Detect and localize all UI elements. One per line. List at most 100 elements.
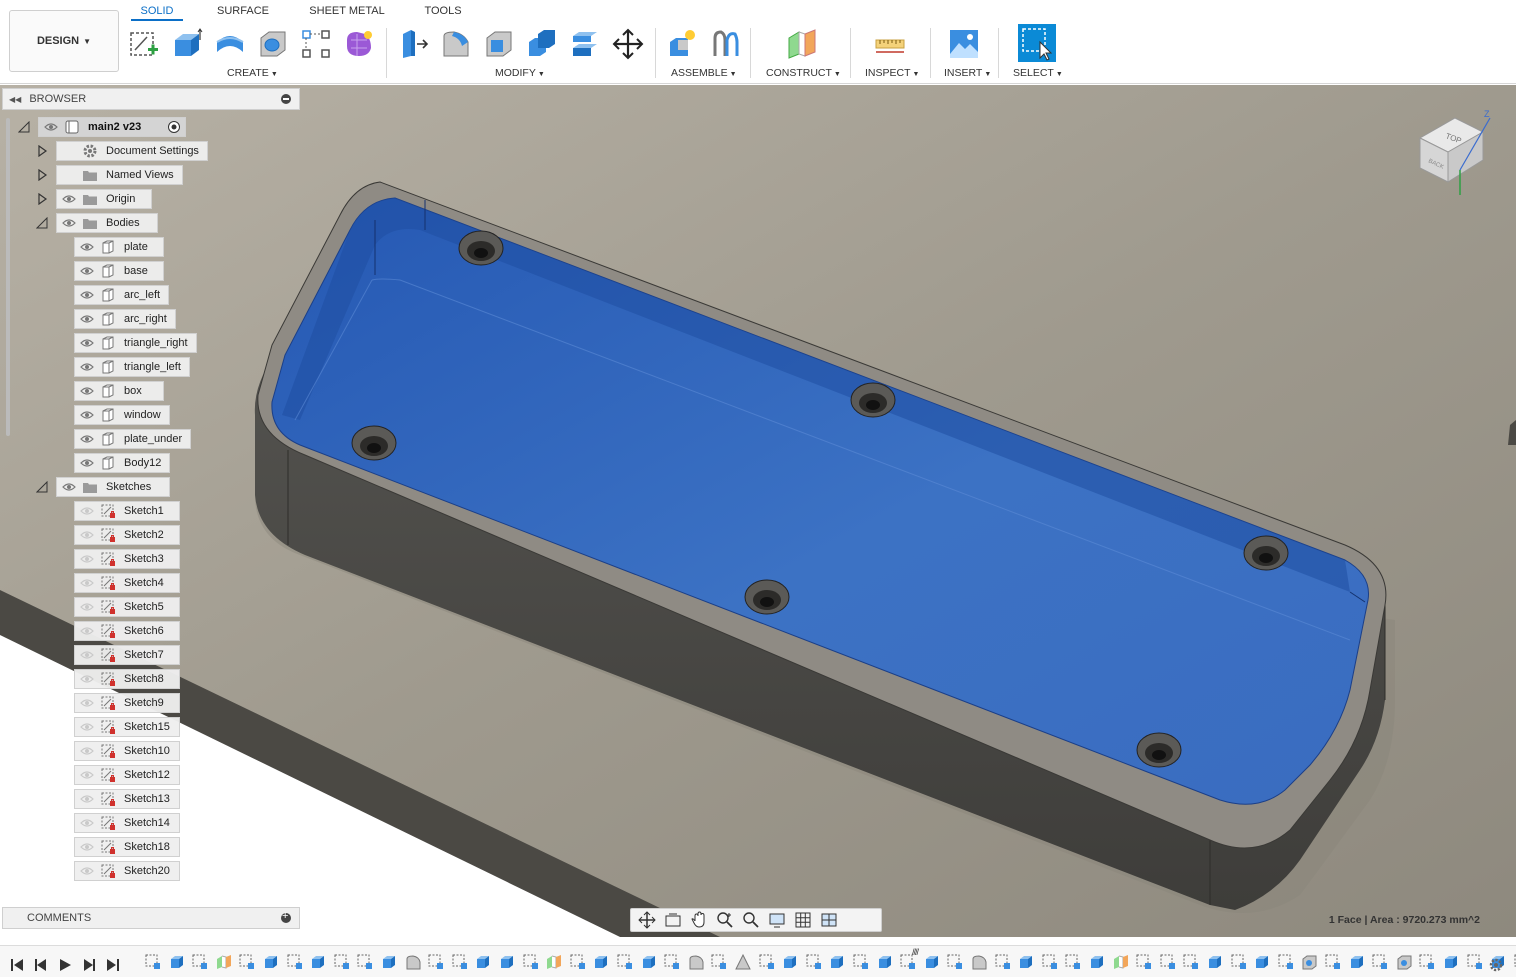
- timeline-sketch-icon[interactable]: [711, 954, 727, 970]
- browser-body-item[interactable]: triangle_left: [74, 357, 190, 377]
- timeline-extrude-icon[interactable]: [829, 954, 845, 970]
- comments-panel-header[interactable]: COMMENTS: [2, 907, 300, 929]
- timeline-extrude-icon[interactable]: [1254, 954, 1270, 970]
- visibility-eye-icon[interactable]: [62, 482, 76, 492]
- activate-component-icon[interactable]: [167, 120, 181, 134]
- expand-toggle-bodies[interactable]: [35, 216, 48, 229]
- timeline-sketch-icon[interactable]: [192, 954, 208, 970]
- timeline-sketch-icon[interactable]: [1042, 954, 1058, 970]
- visibility-eye-icon[interactable]: [80, 674, 94, 684]
- browser-scrollbar[interactable]: [6, 118, 10, 436]
- tab-surface[interactable]: SURFACE: [212, 5, 274, 21]
- browser-sketch-item[interactable]: Sketch5: [74, 597, 180, 617]
- tab-sheet-metal[interactable]: SHEET METAL: [304, 5, 390, 21]
- timeline-fillet-icon[interactable]: [405, 954, 421, 970]
- browser-sketch-item[interactable]: Sketch9: [74, 693, 180, 713]
- grid-settings-icon[interactable]: [793, 911, 813, 929]
- timeline-sketch-icon[interactable]: [145, 954, 161, 970]
- browser-body-item[interactable]: base: [74, 261, 164, 281]
- visibility-eye-icon[interactable]: [80, 338, 94, 348]
- timeline-extrude-icon[interactable]: [310, 954, 326, 970]
- timeline-sketch-icon[interactable]: [806, 954, 822, 970]
- visibility-eye-icon[interactable]: [80, 554, 94, 564]
- select-icon[interactable]: [1018, 24, 1056, 62]
- timeline-sketch-icon[interactable]: [357, 954, 373, 970]
- timeline-extrude-icon[interactable]: [877, 954, 893, 970]
- construct-menu[interactable]: CONSTRUCT ▼: [766, 67, 841, 79]
- canvas-viewport[interactable]: TOP BACK Z: [0, 85, 1516, 937]
- rectangular-pattern-icon[interactable]: [300, 28, 332, 60]
- visibility-eye-icon[interactable]: [80, 386, 94, 396]
- align-icon[interactable]: [569, 28, 601, 60]
- expand-toggle-root[interactable]: [17, 120, 30, 133]
- expand-toggle-named-views[interactable]: [36, 168, 48, 182]
- orbit-icon[interactable]: [637, 911, 657, 929]
- browser-panel-header[interactable]: ◀◀ BROWSER: [2, 88, 300, 110]
- inspect-menu[interactable]: INSPECT ▼: [865, 67, 919, 79]
- visibility-eye-icon[interactable]: [80, 458, 94, 468]
- browser-body-item[interactable]: window: [74, 405, 170, 425]
- timeline-sketch-icon[interactable]: [853, 954, 869, 970]
- timeline-extrude-icon[interactable]: [641, 954, 657, 970]
- browser-sketch-item[interactable]: Sketch1: [74, 501, 180, 521]
- browser-sketch-item[interactable]: Sketch8: [74, 669, 180, 689]
- skip-to-start-icon[interactable]: [10, 958, 24, 972]
- visibility-eye-icon[interactable]: [80, 314, 94, 324]
- timeline-extrude-icon[interactable]: [381, 954, 397, 970]
- timeline-sketch-icon[interactable]: [1160, 954, 1176, 970]
- timeline-hole-icon[interactable]: [1301, 954, 1317, 970]
- visibility-eye-icon[interactable]: [80, 266, 94, 276]
- timeline-sketch-icon[interactable]: [947, 954, 963, 970]
- browser-sketch-item[interactable]: Sketch7: [74, 645, 180, 665]
- timeline-sketch-icon[interactable]: [1183, 954, 1199, 970]
- create-form-icon[interactable]: [343, 28, 375, 60]
- browser-sketch-item[interactable]: Sketch18: [74, 837, 180, 857]
- timeline-extrude-icon[interactable]: [1089, 954, 1105, 970]
- browser-root-component[interactable]: main2 v23: [38, 117, 186, 137]
- timeline-extrude-icon[interactable]: [475, 954, 491, 970]
- browser-body-item[interactable]: arc_left: [74, 285, 170, 305]
- visibility-eye-icon[interactable]: [80, 866, 94, 876]
- visibility-eye-icon[interactable]: [80, 362, 94, 372]
- timeline-construct-icon[interactable]: [1113, 954, 1129, 970]
- browser-sketch-item[interactable]: Sketch15: [74, 717, 180, 737]
- visibility-eye-icon[interactable]: [80, 410, 94, 420]
- panel-options-icon[interactable]: [281, 94, 291, 104]
- timeline-sketch-icon[interactable]: [523, 954, 539, 970]
- browser-sketch-item[interactable]: Sketch13: [74, 789, 180, 809]
- browser-folder-bodies[interactable]: Bodies: [56, 213, 158, 233]
- timeline-sketch-icon[interactable]: [334, 954, 350, 970]
- timeline-sketch-icon[interactable]: [617, 954, 633, 970]
- visibility-eye-icon[interactable]: [80, 578, 94, 588]
- timeline-extrude-icon[interactable]: [1443, 954, 1459, 970]
- browser-sketch-item[interactable]: Sketch14: [74, 813, 180, 833]
- visibility-eye-icon[interactable]: [80, 434, 94, 444]
- timeline-sketch-icon[interactable]: [759, 954, 775, 970]
- new-component-icon[interactable]: [666, 28, 698, 60]
- assemble-menu[interactable]: ASSEMBLE ▼: [671, 67, 737, 79]
- shell-icon[interactable]: [483, 28, 515, 60]
- timeline-fillet-icon[interactable]: [971, 954, 987, 970]
- browser-sketch-item[interactable]: Sketch20: [74, 861, 180, 881]
- timeline-extrude-icon[interactable]: [1207, 954, 1223, 970]
- visibility-eye-icon[interactable]: [62, 194, 76, 204]
- look-at-icon[interactable]: [663, 911, 683, 929]
- play-icon[interactable]: [58, 958, 72, 972]
- expand-toggle-origin[interactable]: [36, 192, 48, 206]
- workspace-switcher-button[interactable]: DESIGN ▼: [9, 10, 119, 72]
- timeline-triangle-icon[interactable]: [735, 954, 751, 970]
- hole-icon[interactable]: [257, 28, 289, 60]
- visibility-eye-icon[interactable]: [80, 626, 94, 636]
- create-menu[interactable]: CREATE ▼: [227, 67, 278, 79]
- combine-icon[interactable]: [526, 28, 558, 60]
- browser-sketch-item[interactable]: Sketch3: [74, 549, 180, 569]
- expand-toggle-document-settings[interactable]: [36, 144, 48, 158]
- select-menu[interactable]: SELECT ▼: [1013, 67, 1063, 79]
- browser-folder-origin[interactable]: Origin: [56, 189, 152, 209]
- create-sketch-icon[interactable]: [128, 28, 160, 60]
- browser-body-item[interactable]: box: [74, 381, 164, 401]
- browser-body-item[interactable]: plate_under: [74, 429, 192, 449]
- timeline-extrude-icon[interactable]: [169, 954, 185, 970]
- visibility-eye-icon[interactable]: [80, 698, 94, 708]
- timeline-sketch-icon[interactable]: [1372, 954, 1388, 970]
